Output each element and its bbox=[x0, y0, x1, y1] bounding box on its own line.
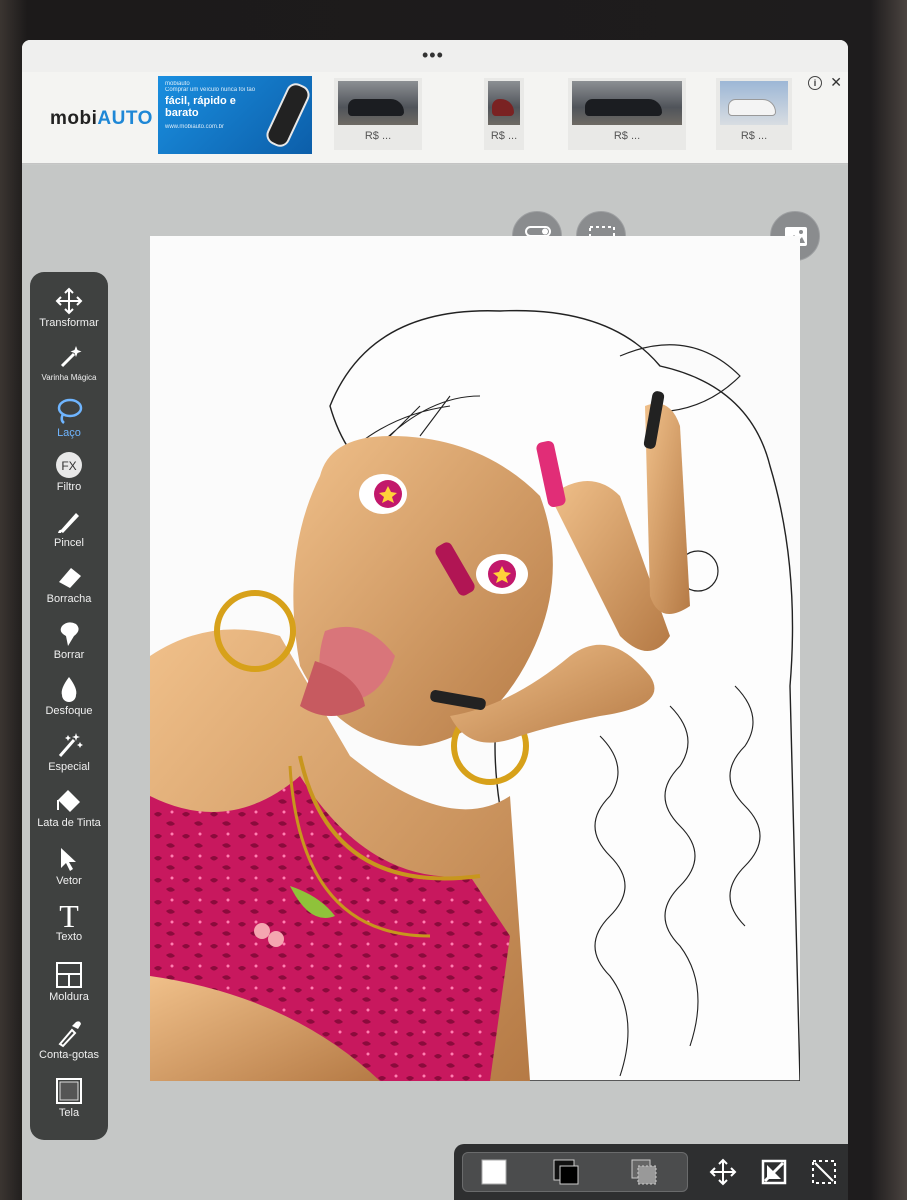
tool-eraser[interactable]: Borracha bbox=[30, 562, 108, 605]
artwork-illustration bbox=[150, 309, 800, 1081]
canvas-icon bbox=[56, 1078, 82, 1104]
tool-label: Moldura bbox=[49, 991, 89, 1003]
tool-blur[interactable]: Desfoque bbox=[30, 674, 108, 717]
ad-logo[interactable]: mobiAUTO bbox=[50, 108, 153, 130]
text-icon: T bbox=[59, 900, 79, 930]
frame-icon bbox=[56, 962, 82, 988]
tool-label: Tela bbox=[58, 1107, 80, 1119]
tool-magic-wand[interactable]: Varinha Mágica bbox=[30, 342, 108, 382]
ad-promo-image[interactable]: mobiauto Comprar um veículo nunca foi tã… bbox=[158, 76, 312, 154]
move-icon[interactable] bbox=[709, 1158, 737, 1186]
move-arrows-icon bbox=[55, 287, 83, 315]
tool-sidebar: Transformar Varinha Mágica Laço FX Filtr… bbox=[30, 272, 108, 1140]
close-icon[interactable]: ✕ bbox=[830, 74, 842, 91]
tool-paint-bucket[interactable]: Lata de Tinta bbox=[30, 786, 108, 829]
car-photo bbox=[338, 81, 418, 125]
tool-text[interactable]: T Texto bbox=[30, 900, 108, 943]
bottom-quick-bar bbox=[454, 1144, 848, 1200]
tool-label: Texto bbox=[55, 931, 83, 943]
tool-label: Transformar bbox=[39, 317, 99, 329]
blur-drop-icon bbox=[61, 677, 77, 702]
ad-listing-price: R$ ... bbox=[490, 130, 518, 142]
tool-label: Filtro bbox=[56, 481, 82, 493]
lasso-icon bbox=[57, 398, 83, 424]
ad-listing-card[interactable]: R$ ... bbox=[334, 78, 422, 150]
tool-label: Laço bbox=[57, 427, 81, 439]
ad-listing-card[interactable]: R$ ... bbox=[568, 78, 686, 150]
ad-info-icon[interactable]: i bbox=[808, 76, 822, 90]
ad-listing-price: R$ ... bbox=[613, 130, 641, 142]
secondary-color-swatch[interactable] bbox=[552, 1158, 580, 1186]
vector-arrow-icon bbox=[61, 848, 76, 871]
tool-label: Vetor bbox=[56, 875, 82, 887]
fx-icon: FX bbox=[56, 452, 82, 478]
tool-filter[interactable]: FX Filtro bbox=[30, 450, 108, 493]
tool-label: Pincel bbox=[54, 537, 84, 549]
car-photo bbox=[720, 81, 788, 125]
ad-listing-price: R$ ... bbox=[740, 130, 768, 142]
deselect-icon[interactable] bbox=[760, 1158, 788, 1186]
top-status-bar: ••• bbox=[22, 40, 848, 72]
ad-listing-card[interactable]: R$ ... bbox=[716, 78, 792, 150]
tool-lasso[interactable]: Laço bbox=[30, 396, 108, 439]
tool-canvas[interactable]: Tela bbox=[30, 1076, 108, 1119]
car-photo bbox=[572, 81, 682, 125]
canvas-workspace[interactable] bbox=[22, 165, 848, 1200]
tool-label: Conta-gotas bbox=[39, 1049, 99, 1061]
tool-label: Lata de Tinta bbox=[37, 817, 101, 829]
svg-text:FX: FX bbox=[61, 459, 76, 473]
eyedropper-icon bbox=[58, 1021, 81, 1048]
tool-special[interactable]: Especial bbox=[30, 730, 108, 773]
tool-label: Especial bbox=[48, 761, 90, 773]
paint-bucket-icon bbox=[57, 790, 80, 812]
tool-label: Varinha Mágica bbox=[41, 373, 97, 382]
screen: ••• mobiAUTO mobiauto Comprar um veículo… bbox=[22, 40, 848, 1200]
tool-smudge[interactable]: Borrar bbox=[30, 618, 108, 661]
ad-banner[interactable]: mobiAUTO mobiauto Comprar um veículo nun… bbox=[22, 72, 848, 164]
magic-wand-icon bbox=[60, 346, 82, 368]
eraser-icon bbox=[59, 568, 81, 588]
tool-label: Borracha bbox=[46, 593, 92, 605]
tablet-frame: ••• mobiAUTO mobiauto Comprar um veículo… bbox=[0, 0, 907, 1200]
tool-brush[interactable]: Pincel bbox=[30, 506, 108, 549]
ad-listing-price: R$ ... bbox=[364, 130, 392, 142]
invert-selection-icon[interactable] bbox=[810, 1158, 838, 1186]
special-sparkle-icon bbox=[58, 733, 83, 757]
tool-frame[interactable]: Moldura bbox=[30, 960, 108, 1003]
brush-icon bbox=[58, 513, 79, 533]
tool-eyedropper[interactable]: Conta-gotas bbox=[30, 1018, 108, 1061]
swap-colors-icon[interactable] bbox=[630, 1158, 658, 1186]
tool-label: Borrar bbox=[53, 649, 85, 661]
primary-color-swatch[interactable] bbox=[480, 1158, 508, 1186]
drawing-canvas[interactable] bbox=[150, 236, 800, 1081]
ad-listing-card[interactable]: R$ ... bbox=[484, 78, 524, 150]
svg-text:T: T bbox=[59, 900, 79, 930]
tool-vector[interactable]: Vetor bbox=[30, 844, 108, 887]
smudge-icon bbox=[60, 622, 79, 646]
tool-transform[interactable]: Transformar bbox=[30, 286, 108, 329]
ad-promo-headline: fácil, rápido e barato bbox=[165, 95, 236, 119]
tool-label: Desfoque bbox=[45, 705, 93, 717]
car-photo bbox=[488, 81, 520, 125]
multitask-handle[interactable]: ••• bbox=[422, 46, 444, 64]
